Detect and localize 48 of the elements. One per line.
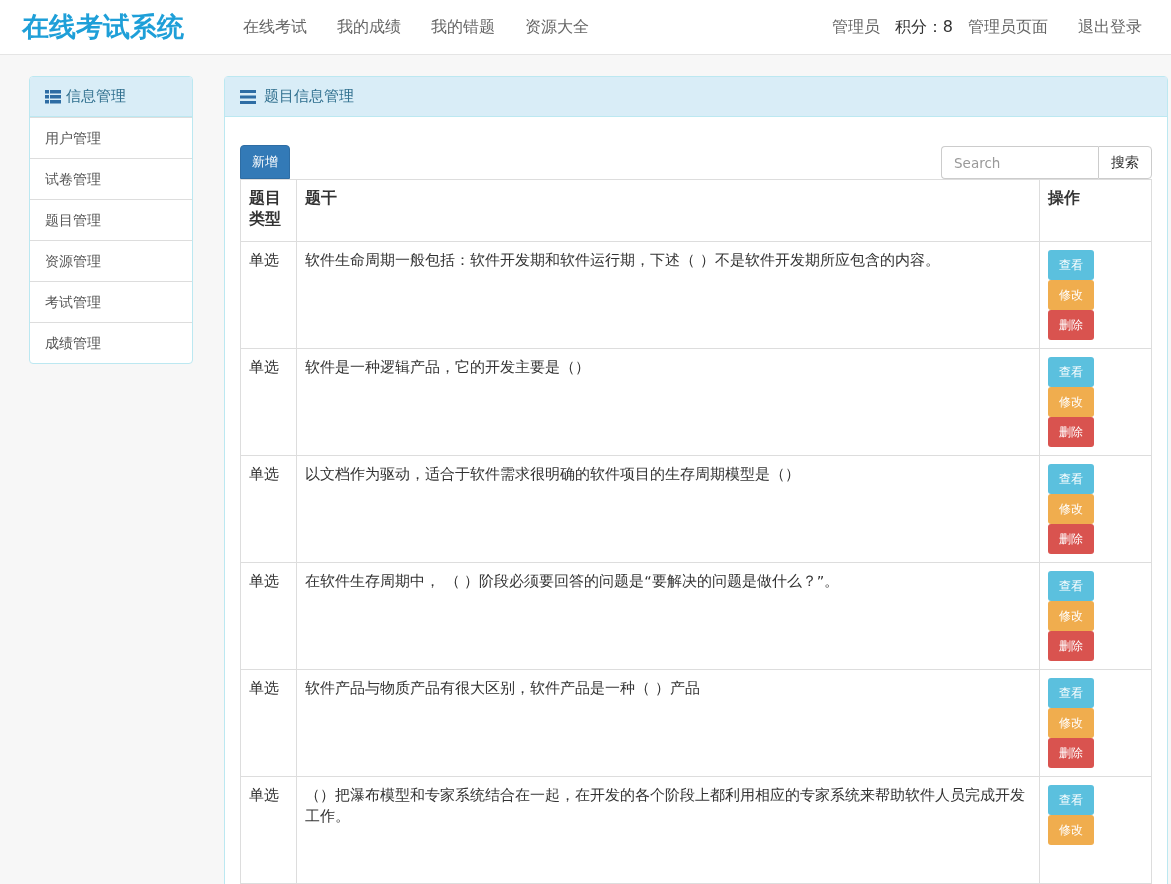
nav-link[interactable]: 资源大全: [510, 16, 604, 38]
delete-button[interactable]: 删除: [1048, 524, 1094, 554]
column-header: 题目类型: [240, 179, 297, 242]
view-button[interactable]: 查看: [1048, 357, 1094, 387]
nav-link[interactable]: 我的成绩: [322, 16, 416, 38]
table-cell: （）把瀑布模型和专家系统结合在一起，在开发的各个阶段上都利用相应的专家系统来帮助软件人员完成开发工作。: [296, 776, 1040, 884]
site-logo[interactable]: 在线考试系统: [22, 9, 184, 45]
nav-link[interactable]: 退出登录: [1063, 16, 1157, 38]
column-header: 操作: [1039, 179, 1152, 242]
delete-button[interactable]: 删除: [1048, 310, 1094, 340]
table-cell: 软件生命周期一般包括：软件开发期和软件运行期，下述（ ）不是软件开发期所应包含的内容。: [296, 241, 1040, 349]
table-cell: 软件产品与物质产品有很大区别，软件产品是一种（ ）产品: [296, 669, 1040, 777]
table-cell: 单选: [240, 455, 297, 563]
view-button[interactable]: 查看: [1048, 250, 1094, 280]
view-button[interactable]: 查看: [1048, 464, 1094, 494]
table-cell: 单选: [240, 241, 297, 349]
view-button[interactable]: 查看: [1048, 785, 1094, 815]
user-link[interactable]: 管理员: [816, 16, 895, 38]
list-icon: [45, 89, 61, 104]
nav-link[interactable]: 我的错题: [416, 16, 510, 38]
nav-link[interactable]: 管理员页面: [953, 16, 1063, 38]
sidebar-item[interactable]: 用户管理: [30, 117, 192, 158]
search-field[interactable]: Search: [941, 146, 1098, 179]
sidebar-item[interactable]: 资源管理: [30, 240, 192, 281]
sidebar-title: 信息管理: [66, 87, 126, 106]
points-text: 积分：8: [894, 16, 953, 38]
view-button[interactable]: 查看: [1048, 678, 1094, 708]
delete-button[interactable]: 删除: [1048, 631, 1094, 661]
table-cell: 单选: [240, 669, 297, 777]
table-cell: 软件是一种逻辑产品，它的开发主要是（）: [296, 348, 1040, 456]
sidebar-item[interactable]: 题目管理: [30, 199, 192, 240]
table-cell: 单选: [240, 562, 297, 670]
table-cell: 在软件生存周期中， （ ）阶段必须要回答的问题是“要解决的问题是做什么？”。: [296, 562, 1040, 670]
table-cell: 以文档作为驱动，适合于软件需求很明确的软件项目的生存周期模型是（）: [296, 455, 1040, 563]
table-cell: 单选: [240, 348, 297, 456]
sidebar-item[interactable]: 考试管理: [30, 281, 192, 322]
panel-title: 题目信息管理: [264, 87, 354, 106]
view-button[interactable]: 查看: [1048, 571, 1094, 601]
nav-link[interactable]: 在线考试: [228, 16, 322, 38]
delete-button[interactable]: 删除: [1048, 738, 1094, 768]
delete-button[interactable]: 删除: [1048, 417, 1094, 447]
column-header: 题干: [296, 179, 1040, 242]
menu-icon: [240, 89, 256, 104]
table-cell: 单选: [240, 776, 297, 884]
search-button[interactable]: 搜索: [1098, 146, 1152, 179]
sidebar-item[interactable]: 成绩管理: [30, 322, 192, 363]
add-button[interactable]: 新增: [240, 145, 290, 179]
sidebar-item[interactable]: 试卷管理: [30, 158, 192, 199]
